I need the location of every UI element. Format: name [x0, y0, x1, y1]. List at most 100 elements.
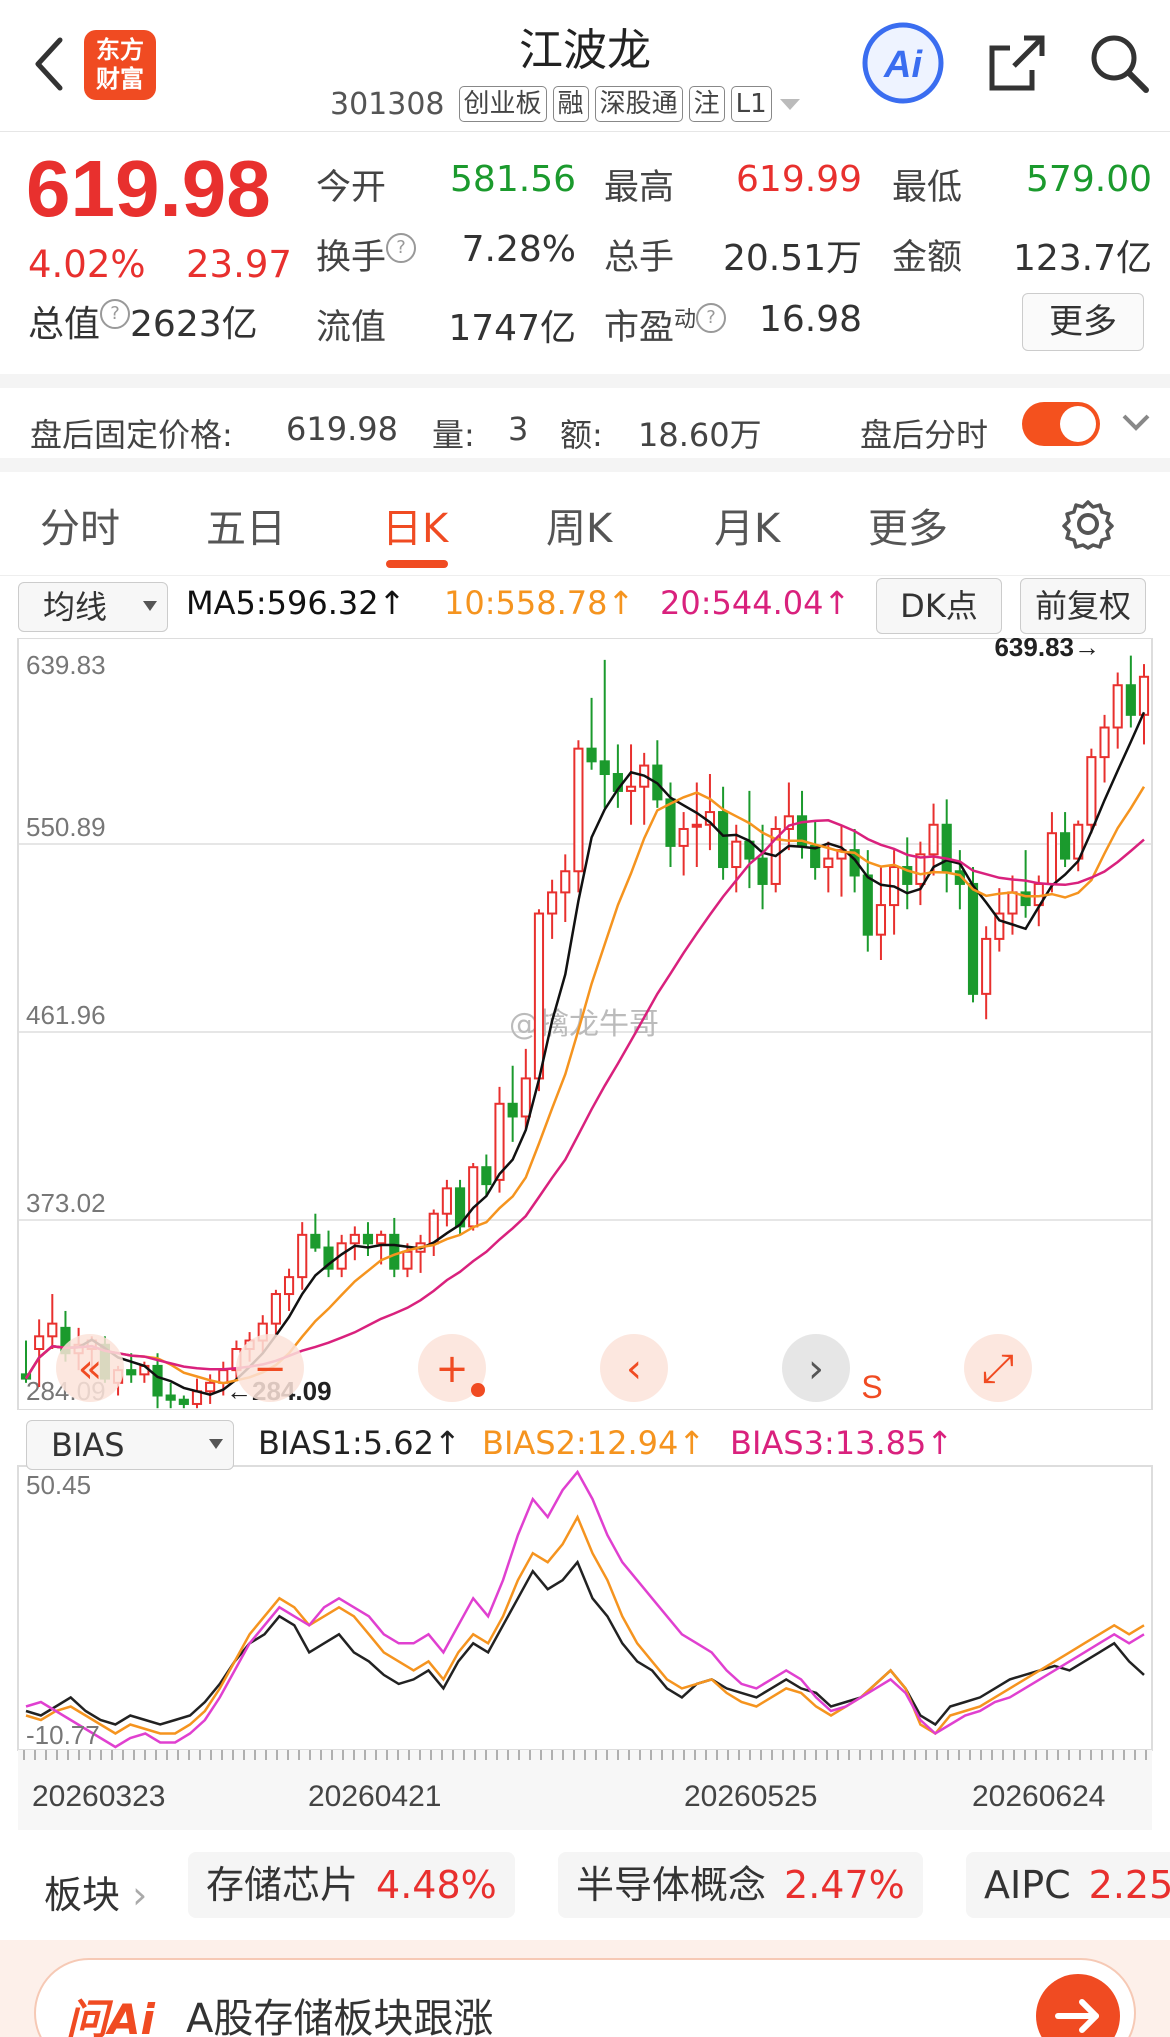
bias-select-label: BIAS	[51, 1426, 125, 1464]
arrow-right-icon[interactable]	[1036, 1974, 1120, 2037]
scroll-right-button[interactable]: ›	[782, 1334, 850, 1402]
ai-query-text: A股存储板块跟涨	[186, 1996, 494, 2037]
candle-body	[1060, 832, 1071, 860]
candle-body	[520, 1077, 531, 1118]
after-hours-timeshare-label: 盘后分时	[860, 416, 989, 454]
turnover-label-text: 换手	[316, 238, 387, 278]
after-hours-bar: 盘后固定价格: 619.98 量: 3 额: 18.60万 盘后分时	[0, 374, 1170, 472]
control-glyph: +	[435, 1346, 469, 1392]
help-icon[interactable]: ?	[696, 303, 727, 333]
bias-y-tick-label: -10.77	[26, 1720, 100, 1750]
candle-body	[205, 1381, 216, 1393]
after-hours-toggle[interactable]	[1022, 402, 1100, 446]
sell-signal-marker: S	[861, 1369, 882, 1405]
bias1-readout: BIAS1:5.62↑	[258, 1424, 461, 1462]
select-arrow-icon	[143, 601, 157, 611]
candle-body	[967, 882, 979, 995]
total-value: 2623亿	[130, 304, 258, 345]
date-tick-label: 20260421	[308, 1780, 441, 1813]
candle-body	[441, 1187, 452, 1215]
pe-superscript: 动	[674, 307, 697, 333]
more-quote-button[interactable]: 更多	[1022, 293, 1144, 351]
tab-daily-k[interactable]: 日K	[382, 496, 448, 554]
chevron-down-icon[interactable]	[1116, 402, 1156, 442]
tab-weekly-k[interactable]: 周K	[546, 496, 612, 554]
bias2-readout: BIAS2:12.94↑	[482, 1424, 706, 1462]
candle-body	[1007, 891, 1018, 915]
bias-chart[interactable]: 50.45 -10.77 20260323 20260421 20260525 20260…	[0, 1416, 1170, 1836]
amount-label: 金额	[892, 238, 963, 278]
help-icon[interactable]: ?	[100, 299, 131, 329]
help-icon[interactable]: ?	[386, 233, 417, 263]
stock-chart[interactable]: 639.83550.89461.96373.02284.09@擒龙牛哥639.8…	[0, 638, 1170, 1410]
tab-monthly-k[interactable]: 月K	[714, 496, 780, 554]
candle-body	[691, 823, 702, 828]
candle-body	[1046, 832, 1058, 885]
stock-subline: 301308 创业板 融 深股通 注 L1	[330, 84, 850, 124]
stock-code: 301308	[330, 86, 445, 122]
fullscreen-button[interactable]: ⤢	[964, 1334, 1032, 1402]
low-value: 579.00	[1026, 159, 1152, 200]
tab-timeshare[interactable]: 分时	[40, 496, 120, 554]
candle-body	[389, 1233, 400, 1270]
sector-chip-aipc[interactable]: AIPC 2.25%	[966, 1852, 1170, 1918]
last-price: 619.98	[26, 144, 271, 233]
sector-chip-storage[interactable]: 存储芯片 4.48%	[188, 1852, 515, 1918]
date-tick-label: 20260624	[972, 1780, 1105, 1813]
candle-body	[915, 853, 926, 885]
change-amount: 23.97	[186, 243, 292, 286]
candle-body	[533, 912, 545, 1080]
control-glyph: ‹	[626, 1346, 642, 1392]
share-icon[interactable]	[984, 30, 1050, 96]
candle-body	[625, 785, 637, 792]
bias-border	[17, 1465, 1153, 1751]
sector-label[interactable]: 板块 ›	[44, 1864, 147, 1919]
y-tick-label: 461.96	[26, 1000, 106, 1030]
dropdown-caret-icon[interactable]	[778, 94, 802, 114]
candle-body	[468, 1166, 479, 1228]
candle-body	[823, 857, 834, 869]
total-market-value[interactable]: 总值? 2623亿	[28, 295, 258, 347]
control-glyph: −	[253, 1346, 287, 1392]
sector-chip-semiconductor[interactable]: 半导体概念 2.47%	[558, 1852, 923, 1918]
ai-query-box[interactable]: 问Ai A股存储板块跟涨	[34, 1958, 1136, 2037]
amount-value: 123.7亿	[1012, 238, 1152, 279]
tab-more[interactable]: 更多	[868, 496, 948, 554]
chip-name: 存储芯片	[206, 1863, 359, 1907]
search-icon[interactable]	[1086, 30, 1152, 96]
ma10-readout: 10:558.78↑	[444, 584, 635, 622]
ma5-readout: MA5:596.32↑	[186, 584, 406, 622]
gear-icon[interactable]	[1062, 498, 1114, 550]
ai-assistant-icon[interactable]: Ai	[860, 20, 946, 106]
pe-label[interactable]: 市盈动?	[604, 299, 727, 350]
candle-body	[481, 1166, 492, 1186]
candle-body	[218, 1369, 229, 1384]
dk-point-button[interactable]: DK点	[876, 578, 1002, 634]
candle-body	[875, 904, 887, 936]
control-glyph: ›	[808, 1346, 824, 1392]
tab-five-day[interactable]: 五日	[206, 496, 286, 554]
candle-body	[862, 874, 873, 936]
adjust-price-button[interactable]: 前复权	[1020, 578, 1146, 634]
select-arrow-icon	[209, 1439, 223, 1449]
candle-body	[152, 1364, 163, 1397]
scroll-left-fast-button[interactable]: «	[56, 1334, 124, 1402]
zoom-out-button[interactable]: −	[236, 1334, 304, 1402]
scroll-left-button[interactable]: ‹	[600, 1334, 668, 1402]
pe-label-text: 市盈	[604, 308, 675, 348]
tag-registered: 注	[688, 86, 725, 122]
max-price-label: 639.83→	[994, 638, 1100, 662]
bias-indicator-select[interactable]: BIAS	[26, 1420, 234, 1470]
turnover-label[interactable]: 换手?	[316, 229, 417, 280]
chip-pct: 2.47%	[784, 1863, 905, 1907]
indicator-select[interactable]: 均线	[18, 582, 168, 632]
toggle-knob	[1060, 406, 1096, 442]
header-bar: 东方 财富 江波龙 301308 创业板 融 深股通 注 L1 Ai	[0, 0, 1170, 132]
candle-body	[1125, 684, 1136, 716]
tag-margin: 融	[552, 86, 589, 122]
candle-body	[507, 1102, 518, 1118]
candle-body	[718, 811, 729, 869]
candle-body	[1086, 756, 1097, 826]
control-glyph: «	[78, 1346, 102, 1392]
zoom-in-dot	[471, 1383, 485, 1397]
